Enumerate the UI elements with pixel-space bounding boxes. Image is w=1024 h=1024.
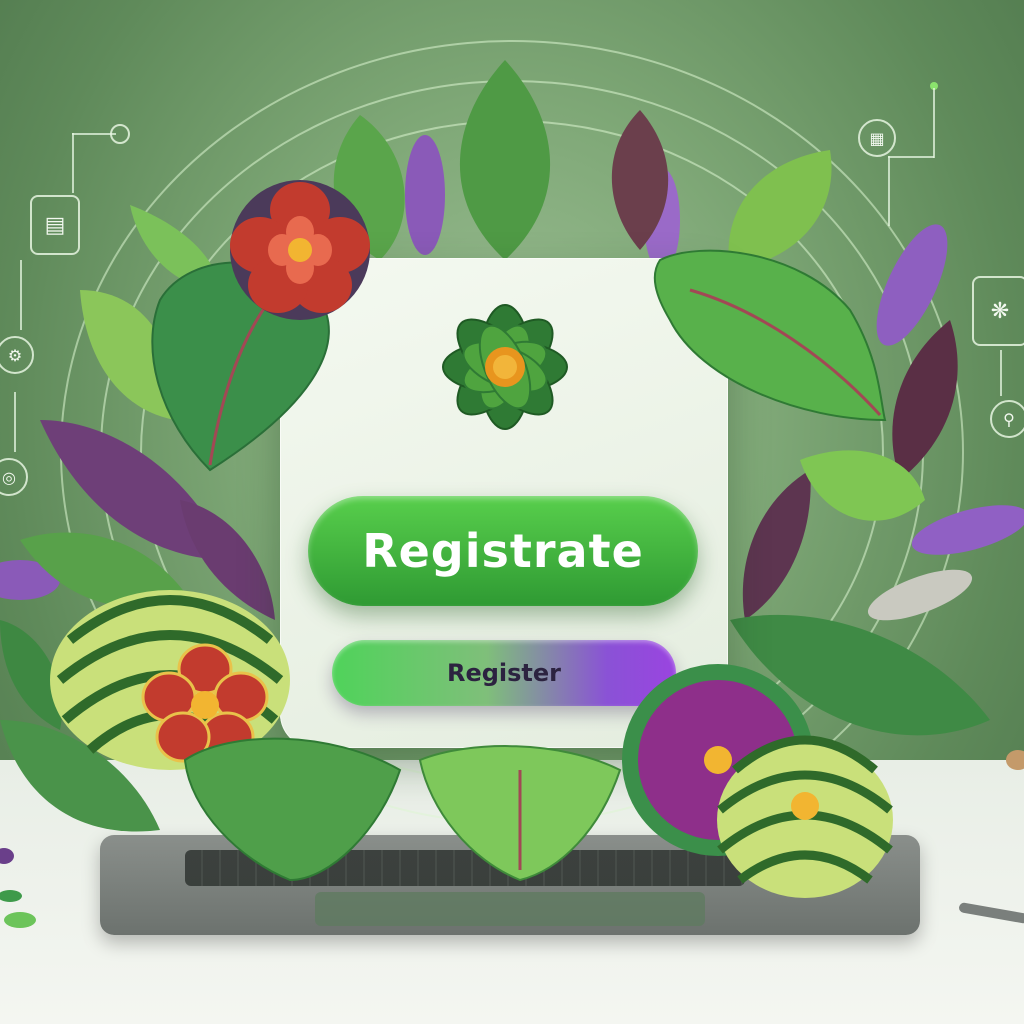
desk-pebble <box>0 890 22 902</box>
desk-pen <box>959 902 1024 924</box>
desk-pebble <box>4 912 36 928</box>
desk-pebble <box>0 848 14 864</box>
heart-leaf <box>653 249 887 422</box>
desk-pebble <box>1006 750 1024 770</box>
striped-plant <box>717 735 893 898</box>
plant-foliage-front <box>0 180 1024 928</box>
heart-leaf <box>183 737 402 882</box>
red-flower <box>230 180 370 320</box>
illustration-scene: ▤ ⚙ ◎ ▦ ❋ ⚲ Registrate Register <box>0 0 1024 1024</box>
